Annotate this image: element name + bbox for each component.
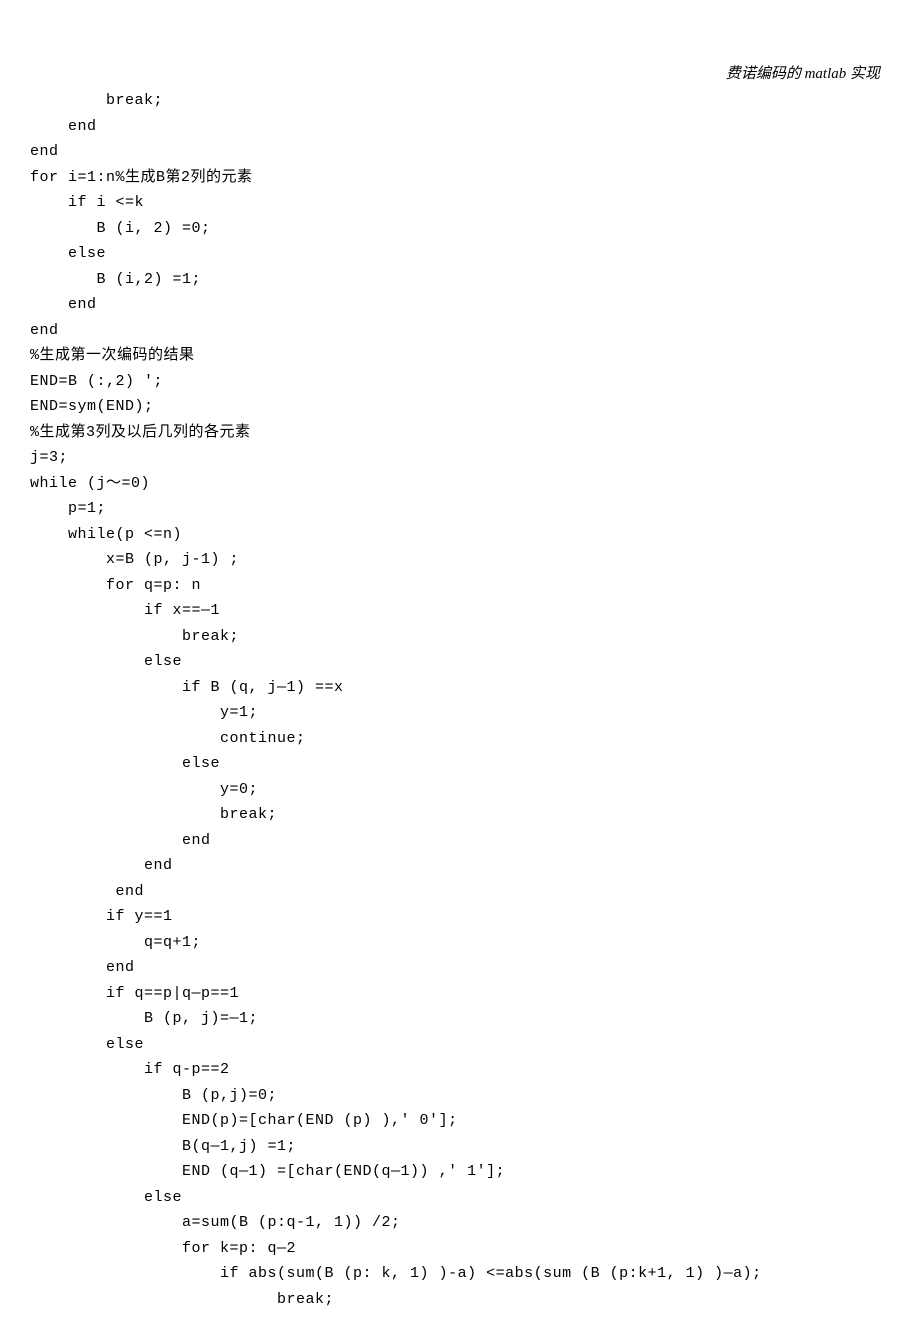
code-block: break; end end for i=1:n%生成B第2列的元素 if i …: [30, 60, 890, 1312]
page-header: 费诺编码的 matlab 实现: [726, 62, 880, 88]
